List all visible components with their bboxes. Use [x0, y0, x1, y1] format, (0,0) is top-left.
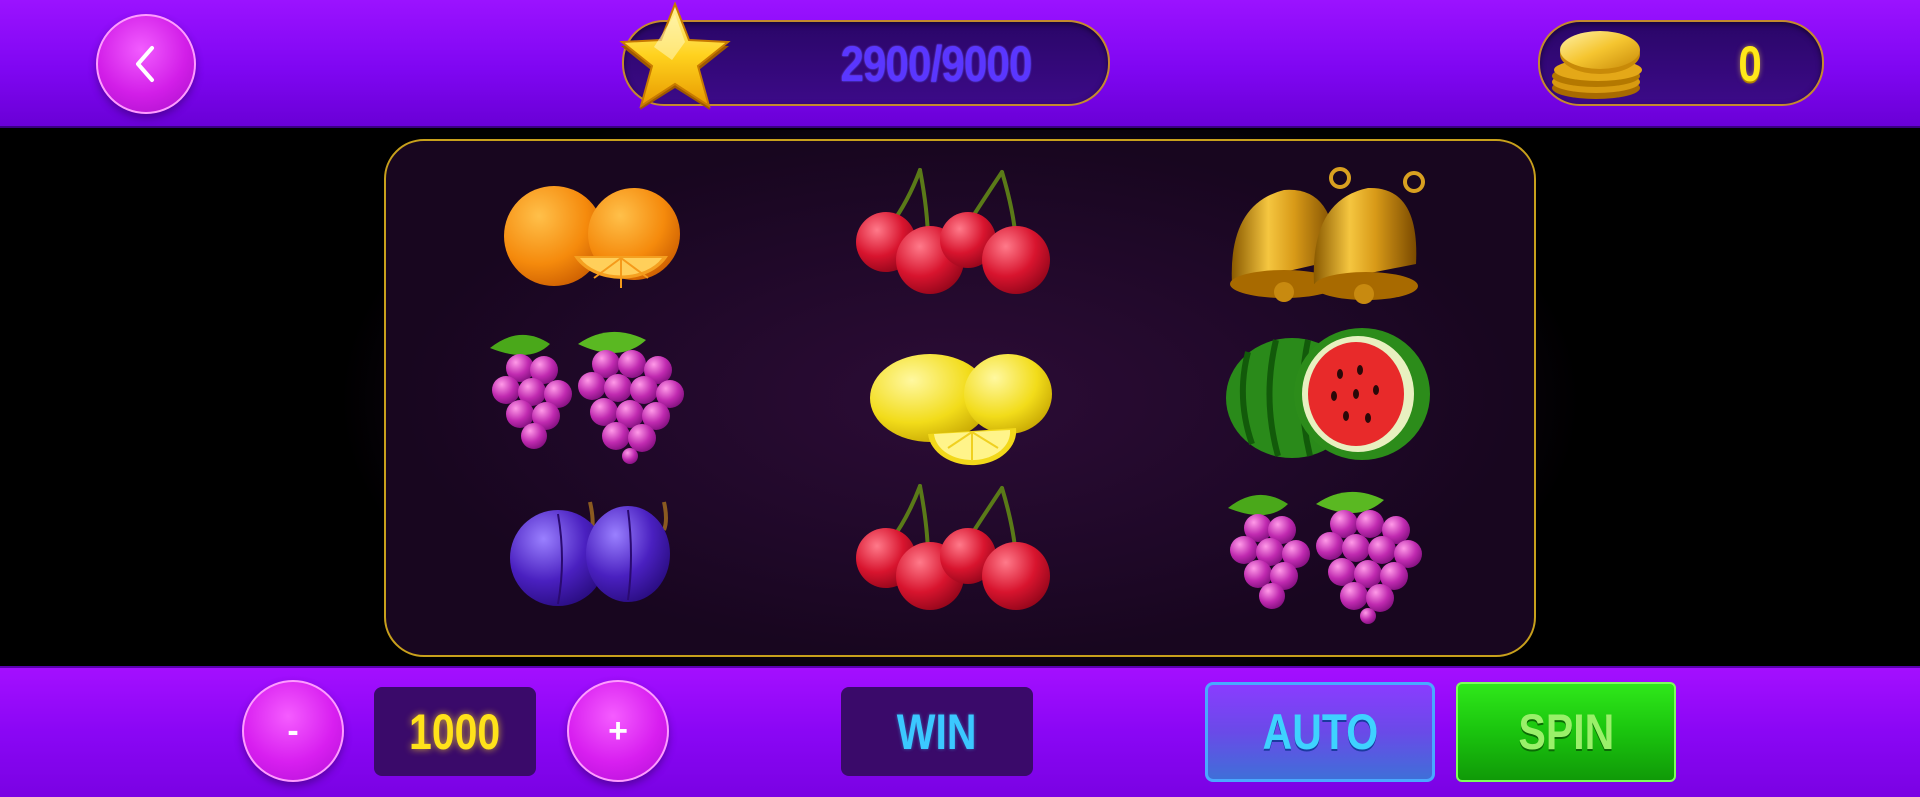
spin-label: SPIN: [1518, 704, 1614, 760]
minus-label: -: [287, 711, 299, 750]
decrease-bet-button[interactable]: -: [242, 680, 344, 782]
star-icon: [619, 1, 731, 110]
cherry-symbol: [856, 168, 1050, 294]
plum-symbol: [510, 501, 670, 606]
chevron-left-icon: [136, 46, 154, 82]
win-label: WIN: [897, 703, 977, 760]
cherry-symbol: [856, 484, 1050, 610]
lemon-symbol: [870, 354, 1052, 466]
xp-progress-text: 2900/9000: [840, 36, 1033, 92]
coin-balance-text: 0: [1738, 36, 1762, 92]
auto-spin-button[interactable]: AUTO: [1205, 682, 1435, 782]
auto-label: AUTO: [1262, 704, 1378, 760]
spin-button[interactable]: SPIN: [1456, 682, 1676, 782]
plus-label: +: [608, 711, 628, 750]
grape-symbol: [490, 331, 684, 464]
coin-stack-icon: [1552, 31, 1642, 99]
orange-symbol: [504, 186, 680, 288]
bell-symbol: [1230, 167, 1425, 304]
grape-symbol: [1228, 491, 1422, 624]
bet-amount-display: 1000: [374, 687, 536, 776]
bet-amount-value: 1000: [409, 703, 501, 760]
watermelon-symbol: [1226, 328, 1430, 460]
win-display: WIN: [841, 687, 1033, 776]
back-button[interactable]: [96, 14, 196, 114]
increase-bet-button[interactable]: +: [567, 680, 669, 782]
